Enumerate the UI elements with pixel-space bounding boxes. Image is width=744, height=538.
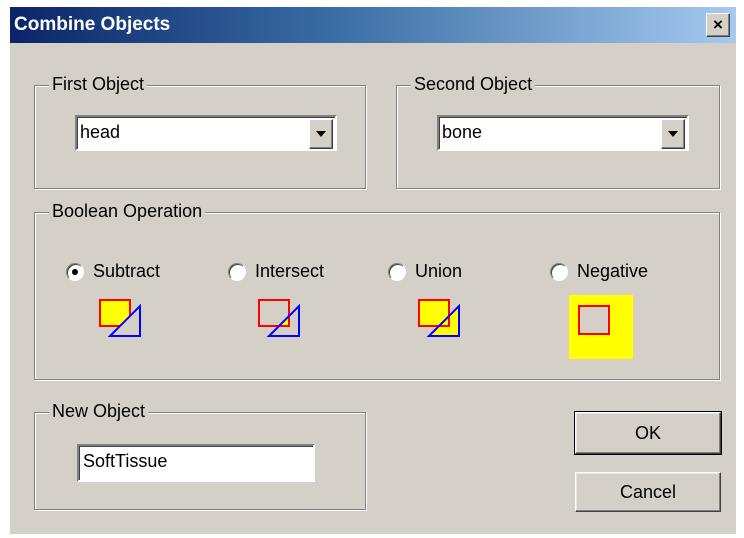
radio-subtract[interactable]: Subtract [66, 261, 196, 285]
ok-button-label: OK [634, 423, 661, 443]
radio-selected-dot [72, 269, 78, 275]
chevron-down-icon [316, 131, 326, 137]
combine-objects-dialog: Combine Objects × First Object head Seco… [10, 7, 736, 534]
radio-label: Intersect [255, 261, 325, 281]
first-object-label: First Object [49, 74, 148, 95]
radio-button[interactable] [388, 263, 406, 281]
close-icon: × [713, 15, 723, 34]
subtract-icon [99, 299, 141, 337]
radio-union[interactable]: Union [388, 261, 498, 285]
boolean-operation-group: Boolean Operation Subtract Intersect Uni… [34, 201, 720, 380]
chevron-down-icon [668, 131, 678, 137]
ok-button[interactable]: OK [574, 411, 722, 455]
radio-label: Union [415, 261, 463, 281]
close-button[interactable]: × [706, 13, 730, 37]
radio-label: Subtract [93, 261, 161, 281]
second-object-label: Second Object [411, 74, 536, 95]
new-object-label: New Object [49, 401, 149, 422]
cancel-button[interactable]: Cancel [575, 472, 721, 512]
radio-label: Negative [577, 261, 649, 281]
new-object-group: New Object SoftTissue [34, 401, 366, 510]
union-icon [418, 299, 460, 337]
second-object-dropdown-button[interactable] [661, 119, 685, 149]
radio-button[interactable] [228, 263, 246, 281]
cancel-button-label: Cancel [619, 482, 677, 502]
second-object-value: bone [442, 122, 483, 142]
new-object-name-input[interactable]: SoftTissue [77, 444, 315, 482]
first-object-dropdown-button[interactable] [309, 119, 333, 149]
first-object-group: First Object head [34, 74, 366, 189]
second-object-dropdown[interactable]: bone [437, 115, 689, 151]
radio-negative[interactable]: Negative [550, 261, 680, 285]
intersect-icon [258, 299, 300, 337]
radio-intersect[interactable]: Intersect [228, 261, 358, 285]
dialog-title: Combine Objects [14, 14, 171, 35]
first-object-dropdown[interactable]: head [75, 115, 337, 151]
first-object-value: head [80, 122, 121, 142]
second-object-group: Second Object bone [396, 74, 720, 189]
boolean-operation-label: Boolean Operation [49, 201, 206, 222]
radio-button[interactable] [550, 263, 568, 281]
negative-icon [569, 295, 633, 359]
title-bar[interactable]: Combine Objects × [10, 7, 736, 43]
radio-button[interactable] [66, 263, 84, 281]
new-object-value: SoftTissue [83, 451, 168, 471]
